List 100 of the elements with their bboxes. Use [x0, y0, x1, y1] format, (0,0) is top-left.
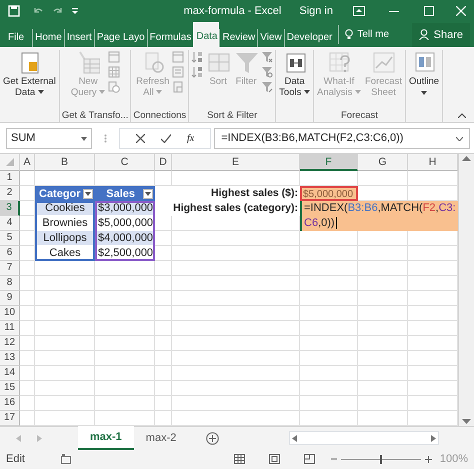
formula-cell[interactable]: =INDEX(B3:B6,MATCH(F2,C3:C6,0)) — [300, 201, 458, 231]
row-header[interactable]: 5 — [0, 231, 20, 246]
caret-icon — [304, 90, 310, 94]
enter-icon[interactable] — [161, 134, 171, 143]
row-header[interactable]: 7 — [0, 261, 20, 276]
insert-function-button[interactable]: fx — [187, 131, 194, 146]
clear-filter-icon[interactable] — [261, 51, 274, 63]
name-box[interactable]: SUM — [6, 128, 92, 149]
question-grid-icon — [326, 50, 351, 74]
caret-icon — [421, 90, 428, 95]
reapply-filter-icon[interactable] — [261, 66, 274, 78]
person-icon — [418, 29, 430, 40]
row-header[interactable]: 9 — [0, 291, 20, 306]
ribbon-display-icon[interactable] — [353, 6, 365, 16]
scroll-up-icon[interactable] — [462, 155, 471, 161]
scroll-right-icon[interactable] — [431, 434, 436, 442]
share-button[interactable]: Share — [412, 22, 470, 47]
status-mode: Edit — [6, 452, 25, 467]
column-header[interactable]: E — [172, 154, 300, 171]
row-header[interactable]: 16 — [0, 396, 20, 411]
filter-dropdown[interactable] — [83, 188, 93, 198]
sign-in-link[interactable]: Sign in — [299, 2, 333, 20]
customize-icon[interactable] — [72, 7, 78, 15]
column-header[interactable]: D — [155, 154, 172, 171]
caret-icon[interactable] — [81, 136, 87, 140]
close-icon[interactable] — [456, 6, 466, 16]
ribbon-button[interactable]: Data Tools — [278, 50, 311, 99]
window-title: max-formula - Excel — [184, 4, 282, 19]
collapse-ribbon-icon[interactable] — [458, 113, 466, 118]
caret-icon — [99, 90, 106, 94]
scroll-left-icon[interactable] — [292, 434, 298, 442]
zoom-in-icon[interactable] — [424, 456, 432, 462]
caret-icon — [355, 90, 361, 94]
row-header[interactable]: 4 — [0, 216, 20, 231]
column-header[interactable]: B — [35, 154, 95, 171]
cell-label: Highest sales ($): — [155, 186, 300, 201]
zoom-slider[interactable] — [340, 454, 421, 464]
lightbulb-icon — [345, 29, 354, 40]
page-break-icon[interactable] — [304, 454, 315, 464]
result-cell: $5,000,000 — [300, 186, 358, 201]
normal-view-icon[interactable] — [234, 454, 245, 464]
row-header[interactable]: 11 — [0, 321, 20, 336]
add-sheet-icon[interactable] — [206, 432, 220, 444]
ribbon-button[interactable]: Outline — [408, 50, 440, 95]
table-header: Categor — [35, 186, 95, 201]
row-header[interactable]: 8 — [0, 276, 20, 291]
sort-descending-icon[interactable] — [191, 66, 204, 78]
ribbon-tab[interactable]: File — [6, 29, 26, 47]
row-header[interactable]: 1 — [0, 171, 20, 186]
sort-ascending-icon[interactable] — [191, 51, 204, 63]
cell-label: Highest sales (category): — [155, 201, 300, 216]
group-label: Connections — [133, 110, 186, 122]
row-header[interactable]: 15 — [0, 381, 20, 396]
table-header: Sales — [95, 186, 155, 201]
zoom-out-icon[interactable] — [330, 456, 337, 462]
ribbon-tab[interactable]: Data — [193, 22, 220, 47]
filter-dropdown[interactable] — [143, 188, 153, 198]
cancel-icon[interactable] — [136, 134, 145, 143]
formula-input[interactable]: =INDEX(B3:B6,MATCH(F2,C3:C6,0)) — [214, 128, 470, 149]
row-header[interactable]: 10 — [0, 306, 20, 321]
caret-icon — [38, 90, 44, 94]
group-label: Sort & Filter — [207, 110, 258, 122]
maximize-icon[interactable] — [424, 6, 434, 16]
row-header[interactable]: 2 — [0, 186, 20, 201]
chart-icon — [371, 50, 396, 74]
table-cell: $4,000,000 — [95, 231, 155, 246]
row-header[interactable]: 13 — [0, 351, 20, 366]
horizontal-scrollbar[interactable] — [289, 431, 440, 445]
table-cell: $5,000,000 — [95, 216, 155, 231]
caret-icon — [145, 192, 151, 196]
row-header[interactable]: 14 — [0, 366, 20, 381]
name-box-text: SUM — [11, 131, 36, 146]
caret-icon — [85, 192, 91, 196]
column-header[interactable]: A — [20, 154, 35, 171]
group-label: Forecast — [340, 110, 378, 122]
ribbon-button[interactable]: Get External Data — [2, 50, 57, 99]
expand-icon[interactable] — [456, 136, 463, 140]
sheet-tab[interactable]: max-2 — [134, 426, 188, 450]
row-header[interactable]: 12 — [0, 336, 20, 351]
sheet-tab[interactable]: max-1 — [78, 426, 134, 450]
slider-thumb[interactable] — [380, 454, 382, 464]
table-cell: Lollipops — [35, 231, 95, 246]
advanced-filter-icon[interactable] — [261, 81, 274, 93]
filter-icon — [234, 50, 258, 74]
row-header[interactable]: 3 — [0, 201, 20, 216]
save-icon[interactable] — [8, 5, 20, 17]
caret-icon — [156, 90, 162, 94]
grip-icon — [104, 134, 107, 143]
row-header[interactable]: 17 — [0, 411, 20, 426]
column-header[interactable]: G — [358, 154, 408, 171]
clock-icon[interactable] — [108, 81, 120, 93]
page-layout-icon[interactable] — [268, 454, 280, 464]
tell-me-search[interactable]: Tell me — [338, 25, 392, 44]
row-header[interactable]: 6 — [0, 246, 20, 261]
table-cell: Brownies — [35, 216, 95, 231]
column-header[interactable]: C — [95, 154, 155, 171]
vertical-scrollbar[interactable] — [458, 154, 474, 426]
column-header[interactable]: H — [408, 154, 458, 171]
macro-recording-icon[interactable] — [60, 454, 71, 464]
column-header[interactable]: F — [300, 154, 358, 171]
